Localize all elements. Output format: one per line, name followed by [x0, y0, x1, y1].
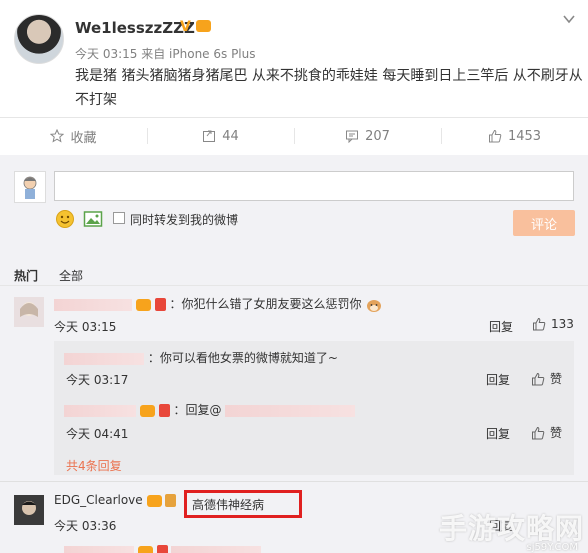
post-meta: 今天 03:15 来自 iPhone 6s Plus	[75, 45, 256, 62]
repost-count: 44	[222, 128, 239, 144]
reply-text: ：你可以看他女票的微博就知道了~	[147, 351, 338, 365]
divider	[0, 481, 588, 482]
chevron-down-icon[interactable]	[562, 12, 576, 26]
blurred-username[interactable]	[54, 298, 132, 311]
blurred-text	[171, 545, 262, 553]
reply-button[interactable]: 回复	[486, 425, 510, 442]
repost-checkbox-label: 同时转发到我的微博	[130, 213, 239, 227]
reply-time: 今天 04:41	[66, 427, 129, 441]
more-replies-link[interactable]: 共4条回复	[66, 457, 122, 474]
tab-underline	[0, 285, 588, 286]
comment-area: 同时转发到我的微博 评论 热门 全部 ：你犯什么错了女朋友要这么惩罚你 今天 0…	[0, 155, 588, 553]
comment-like-count: 133	[551, 317, 574, 331]
thumbs-up-icon	[532, 372, 545, 385]
like-button[interactable]: 1453	[441, 118, 588, 154]
comment-button[interactable]: 207	[294, 118, 441, 154]
comment-line: ：你犯什么错了女朋友要这么惩罚你	[54, 295, 383, 313]
my-avatar	[14, 171, 46, 203]
reply-button[interactable]: 回复	[489, 318, 513, 335]
red-envelope-icon	[158, 404, 170, 417]
comment-avatar[interactable]	[14, 297, 44, 327]
reply-like-button[interactable]: 赞	[531, 424, 562, 441]
verified-v-icon: V	[180, 19, 191, 33]
repost-checkbox[interactable]	[113, 212, 125, 224]
comment-username[interactable]: EDG_Clearlove	[54, 493, 143, 507]
reply-like-button[interactable]: 赞	[531, 370, 562, 387]
emoji-icon[interactable]	[55, 209, 75, 229]
watermark-logo: 手游攻略网	[438, 512, 584, 545]
reply-text: ：回复@	[173, 403, 222, 417]
comment-time: 今天 03:15	[54, 320, 117, 334]
user-avatar-icon	[20, 302, 38, 317]
vip-badge-icon	[196, 20, 211, 32]
reply-like-label: 赞	[550, 426, 563, 440]
tab-hot[interactable]: 热门	[14, 267, 38, 284]
favorite-button[interactable]: 收藏	[0, 118, 147, 154]
like-count: 1453	[507, 128, 542, 144]
partial-reply-line	[64, 544, 262, 553]
post-text: 我是猪 猪头猪脑猪身猪尾巴 从来不挑食的乖娃娃 每天睡到日上三竿后 从不刷牙从不…	[75, 68, 583, 108]
thumbs-up-icon	[533, 317, 546, 331]
repost-button[interactable]: 44	[147, 118, 294, 154]
blurred-mention[interactable]	[225, 404, 356, 417]
comment-text: 高德伟神经病	[192, 498, 265, 512]
post-username[interactable]: We1lesszzZZZ	[75, 19, 195, 37]
comment-text: ：你犯什么错了女朋友要这么惩罚你	[169, 297, 362, 311]
thumbs-up-icon	[532, 426, 545, 439]
blurred-username[interactable]	[64, 404, 136, 417]
comment-count: 207	[365, 128, 390, 144]
star-icon	[50, 129, 65, 143]
comment-line: EDG_Clearlove	[54, 493, 177, 507]
repost-icon	[203, 130, 216, 142]
thumbs-up-icon	[488, 129, 502, 143]
favorite-label: 收藏	[70, 130, 97, 146]
comment-time: 今天 03:36	[54, 519, 117, 533]
reply-button[interactable]: 回复	[486, 371, 510, 388]
image-icon[interactable]	[83, 209, 103, 229]
reply-line: ：你可以看他女票的微博就知道了~	[64, 349, 338, 366]
comment-avatar[interactable]	[14, 495, 44, 525]
post-avatar[interactable]	[14, 14, 64, 64]
vip-badge-icon	[135, 298, 151, 311]
post-source[interactable]: 来自 iPhone 6s Plus	[141, 47, 255, 61]
red-envelope-icon	[156, 545, 168, 553]
vip-badge-icon	[139, 404, 155, 417]
tab-all[interactable]: 全部	[59, 267, 83, 284]
vip-badge-icon	[137, 545, 153, 553]
cartoon-avatar-icon	[23, 176, 37, 199]
action-bar: 收藏 44 207 1453	[0, 118, 588, 154]
reply-line: ：回复@	[64, 401, 356, 418]
post-time: 今天 03:15	[75, 47, 138, 61]
fan-badge-icon	[165, 494, 177, 507]
blurred-username[interactable]	[64, 545, 134, 553]
user-avatar-icon	[14, 495, 44, 525]
comment-icon	[346, 130, 359, 143]
reply-like-label: 赞	[550, 372, 563, 386]
dog-emoji-icon	[367, 299, 382, 312]
watermark-sub: sj59Y.COM	[526, 542, 578, 553]
comment-input[interactable]	[54, 171, 574, 201]
comment-like-button[interactable]: 133	[532, 317, 574, 331]
blurred-username[interactable]	[64, 352, 144, 365]
red-envelope-icon	[154, 298, 166, 311]
reply-time: 今天 03:17	[66, 373, 129, 387]
svg-text:V: V	[180, 19, 191, 33]
vip-badge-icon	[146, 494, 162, 507]
submit-comment-button[interactable]: 评论	[513, 210, 575, 236]
